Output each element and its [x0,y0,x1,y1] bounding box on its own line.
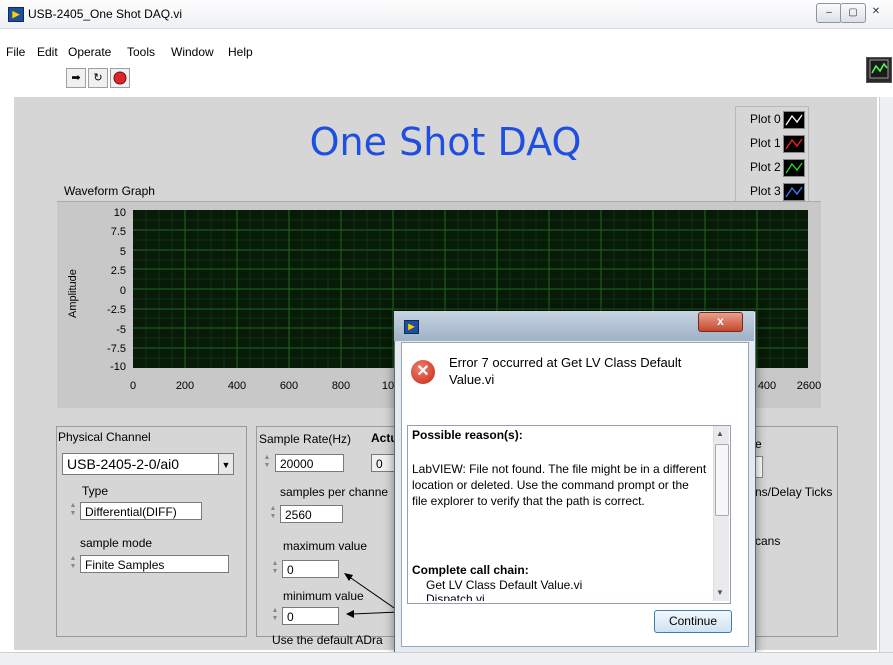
trigger-label-fragment: e [755,437,762,451]
run-arrow-icon[interactable]: ➡ [66,68,86,88]
vi-connector-icon[interactable] [866,57,892,83]
default-range-note: Use the default ADra [272,633,383,647]
run-continuously-icon[interactable]: ↻ [88,68,108,88]
x-tick-label: 400 [227,380,247,392]
dropdown-arrow-icon[interactable]: ▼ [218,453,234,475]
samples-per-channel-label: samples per channe [280,485,389,499]
stepper-icon[interactable]: ▲ ▼ [268,505,278,523]
possible-reasons-heading: Possible reason(s): [412,428,523,442]
call-chain-heading: Complete call chain: [412,563,529,577]
legend-swatch [783,135,805,153]
error-icon: ✕ [411,360,435,384]
physical-channel-select[interactable]: USB-2405-2-0/ai0 [62,453,220,475]
menu-file[interactable]: File [6,45,25,59]
legend-swatch [783,111,805,129]
legend-label: Plot 3 [750,184,781,198]
y-tick-label: 10 [113,207,126,219]
legend-label: Plot 0 [750,112,781,126]
x-tick-label: 0 [129,380,137,392]
labview-vi-icon: ▶ [8,7,24,22]
maximize-button[interactable]: ▢ [840,3,866,23]
y-tick-label: 7.5 [110,226,126,238]
trigger-field-fragment[interactable] [755,456,763,478]
legend-label: Plot 2 [750,160,781,174]
x-tick-label: 800 [331,380,351,392]
y-tick-label: 2.5 [110,265,126,277]
continue-button[interactable]: Continue [654,610,732,633]
vertical-scrollbar[interactable] [879,97,893,652]
x-tick-label: 2600 [796,380,822,392]
call-chain-item: Get LV Class Default Value.vi [426,578,583,592]
delay-ticks-label: ns/Delay Ticks [755,485,833,499]
plot-legend: Plot 0 Plot 1 Plot 2 Plot 3 [735,106,809,206]
y-tick-label: 0 [119,285,126,297]
stepper-icon[interactable]: ▲ ▼ [68,555,78,573]
sample-rate-label: Sample Rate(Hz) [259,432,352,446]
abort-icon[interactable] [110,68,130,88]
legend-item-plot-1[interactable]: Plot 1 [736,132,808,156]
horizontal-scrollbar[interactable] [0,652,893,665]
stepper-icon[interactable]: ▲ ▼ [262,454,272,472]
call-chain-item: Dispatch.vi [426,592,485,601]
y-tick-label: -10 [110,361,126,373]
samples-per-channel-field[interactable]: 2560 [280,505,343,523]
legend-label: Plot 1 [750,136,781,150]
stepper-icon[interactable]: ▲ ▼ [270,607,280,625]
x-tick-label: 200 [175,380,195,392]
maximum-value-label: maximum value [283,539,368,553]
type-label: Type [82,484,109,498]
actual-rate-indicator: 0 [371,454,396,472]
y-tick-label: -7.5 [107,343,126,355]
error-title: Error 7 occurred at Get LV Class Default… [449,355,682,387]
legend-item-plot-0[interactable]: Plot 0 [736,108,808,132]
y-tick-label: -5 [116,324,126,336]
close-window-button[interactable]: ✕ [864,3,888,21]
physical-channel-label: Physical Channel [58,430,151,444]
stepper-icon[interactable]: ▲ ▼ [68,502,78,520]
menu-operate[interactable]: Operate [68,45,111,59]
menu-window[interactable]: Window [171,45,214,59]
scroll-up-icon[interactable]: ▲ [716,429,724,438]
sample-mode-field[interactable]: Finite Samples [80,555,229,573]
reason-text: LabVIEW: File not found. The file might … [412,462,707,508]
labview-app-icon: ▶ [404,320,419,334]
menu-help[interactable]: Help [228,45,253,59]
scroll-down-icon[interactable]: ▼ [716,588,724,597]
reason-scrollbar[interactable]: ▲ ▼ [713,426,729,601]
stepper-icon[interactable]: ▲ ▼ [270,560,280,578]
legend-swatch [783,159,805,177]
dialog-close-button[interactable]: x [698,312,743,332]
x-tick-label: 600 [279,380,299,392]
type-field[interactable]: Differential(DIFF) [80,502,202,520]
minimum-value-field[interactable]: 0 [282,607,339,625]
sample-rate-field[interactable]: 20000 [275,454,344,472]
y-tick-label: 5 [119,246,126,258]
legend-item-plot-2[interactable]: Plot 2 [736,156,808,180]
y-tick-label: -2.5 [107,304,126,316]
minimize-button[interactable]: – [816,3,842,23]
menu-edit[interactable]: Edit [37,45,58,59]
maximum-value-field[interactable]: 0 [282,560,339,578]
scans-label: cans [755,534,781,548]
graph-label: Waveform Graph [64,184,155,198]
menu-tools[interactable]: Tools [127,45,155,59]
window-title: USB-2405_One Shot DAQ.vi [28,7,183,21]
legend-swatch [783,183,805,201]
sample-mode-label: sample mode [80,536,153,550]
y-axis-label: Amplitude [67,269,79,318]
scroll-thumb[interactable] [715,444,729,516]
